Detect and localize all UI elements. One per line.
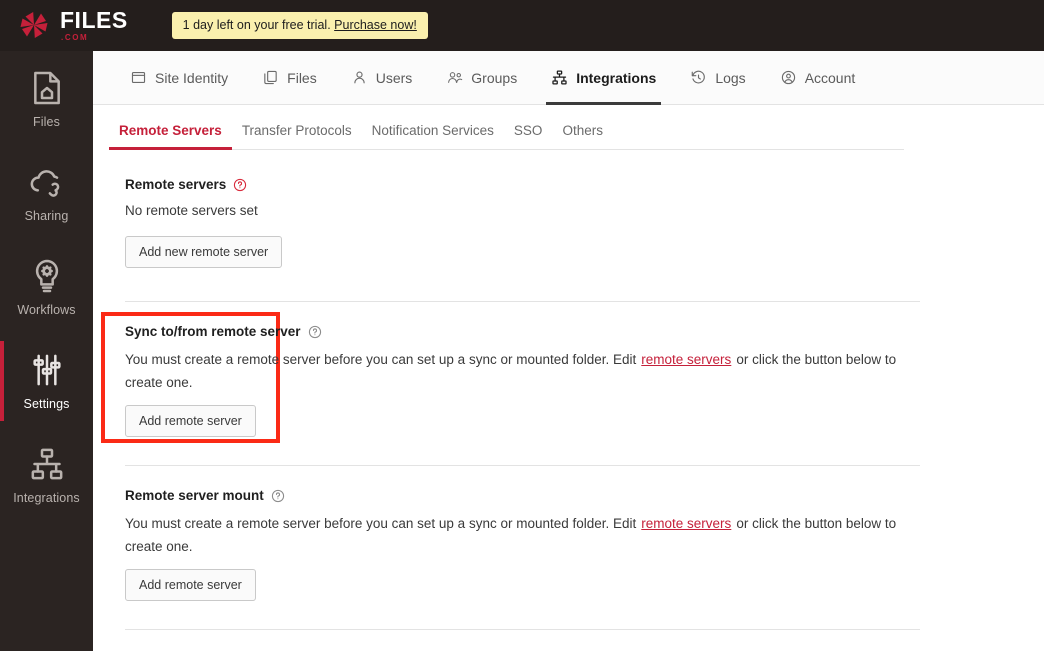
brand-name: FILES: [60, 7, 128, 33]
tab-logs[interactable]: Logs: [673, 51, 762, 105]
subtab-label: SSO: [513, 123, 543, 138]
section-header: Remote server mount: [125, 488, 920, 503]
settings-tab-bar: Site Identity Files Users Groups Integra…: [93, 51, 1044, 105]
users-group-icon: [448, 72, 463, 83]
section-title: Sync to/from remote server: [125, 324, 301, 339]
file-home-icon: [33, 71, 60, 104]
help-circle-icon[interactable]: [308, 325, 322, 339]
tab-integrations[interactable]: Integrations: [534, 51, 673, 105]
sidebar-item-label: Settings: [23, 396, 70, 411]
section-title: Remote server mount: [125, 488, 264, 503]
sync-description: You must create a remote server before y…: [125, 348, 905, 394]
copy-files-icon: [264, 70, 277, 85]
trial-banner: 1 day left on your free trial. Purchase …: [171, 12, 428, 39]
main-content: Site Identity Files Users Groups Integra…: [93, 51, 1044, 651]
sidebar-item-label: Workflows: [17, 302, 76, 317]
tab-account[interactable]: Account: [763, 51, 873, 105]
history-clock-icon: [692, 70, 706, 84]
sidebar-item-settings[interactable]: Settings: [0, 333, 93, 427]
trial-banner-text: 1 day left on your free trial.: [182, 18, 331, 32]
sidebar-item-label: Integrations: [13, 490, 80, 505]
sync-text-before-link: You must create a remote server before y…: [125, 352, 637, 367]
subtab-notification-services[interactable]: Notification Services: [362, 123, 504, 149]
section-title: Remote servers: [125, 177, 227, 192]
subtab-label: Transfer Protocols: [241, 123, 352, 138]
sidebar-item-sharing[interactable]: Sharing: [0, 145, 93, 239]
integrations-panel: Remote servers No remote servers set Add…: [93, 177, 1044, 630]
add-new-remote-server-button[interactable]: Add new remote server: [125, 236, 283, 268]
section-header: Sync to/from remote server: [125, 324, 920, 339]
purchase-now-link[interactable]: Purchase now!: [334, 18, 417, 32]
mount-description: You must create a remote server before y…: [125, 512, 905, 558]
sidebar-item-integrations[interactable]: Integrations: [0, 427, 93, 521]
sidebar-item-label: Files: [33, 114, 60, 129]
help-circle-icon[interactable]: [271, 489, 285, 503]
brand-suffix: .COM: [61, 33, 89, 42]
add-remote-server-button-mount[interactable]: Add remote server: [125, 569, 256, 601]
subtab-label: Remote Servers: [119, 123, 222, 138]
subtab-label: Others: [562, 123, 603, 138]
tab-site-identity[interactable]: Site Identity: [113, 51, 245, 105]
section-header: Remote servers: [125, 177, 920, 192]
section-sync-remote-server: Sync to/from remote server You must crea…: [125, 324, 920, 437]
subtab-label: Notification Services: [371, 123, 494, 138]
section-divider: [125, 465, 920, 466]
tab-files[interactable]: Files: [245, 51, 334, 105]
account-circle-icon: [781, 70, 795, 85]
tab-label: Integrations: [576, 69, 657, 86]
subtab-transfer-protocols[interactable]: Transfer Protocols: [232, 123, 362, 149]
sidebar: Files Sharing Workflows Settings Integra…: [0, 51, 93, 651]
app-root: FILES .COM 1 day left on your free trial…: [0, 0, 1044, 651]
cloud-link-icon: [30, 169, 59, 197]
integrations-subtab-bar: Remote Servers Transfer Protocols Notifi…: [109, 105, 904, 150]
tab-label: Users: [375, 69, 413, 86]
tab-label: Account: [804, 69, 856, 86]
tab-label: Files: [287, 69, 317, 86]
window-icon: [131, 71, 146, 84]
pinwheel-logo-icon: [20, 11, 48, 38]
help-circle-icon[interactable]: [233, 178, 247, 192]
sliders-icon: [32, 354, 61, 385]
org-chart-icon: [552, 70, 567, 85]
sidebar-item-workflows[interactable]: Workflows: [0, 239, 93, 333]
remote-servers-link[interactable]: remote servers: [641, 516, 731, 531]
mount-text-before-link: You must create a remote server before y…: [125, 516, 637, 531]
section-remote-server-mount: Remote server mount You must create a re…: [125, 488, 920, 601]
section-divider: [125, 301, 920, 302]
section-remote-servers: Remote servers No remote servers set Add…: [125, 177, 920, 268]
tab-label: Groups: [471, 69, 518, 86]
lightbulb-gear-icon: [35, 259, 58, 292]
tab-groups[interactable]: Groups: [429, 51, 534, 105]
add-remote-server-button-sync[interactable]: Add remote server: [125, 405, 256, 437]
remote-servers-empty-text: No remote servers set: [125, 203, 258, 218]
org-chart-icon: [31, 448, 62, 479]
user-icon: [354, 71, 365, 84]
top-bar: FILES .COM 1 day left on your free trial…: [0, 0, 1044, 51]
remote-servers-link[interactable]: remote servers: [641, 352, 731, 367]
subtab-sso[interactable]: SSO: [504, 123, 553, 149]
tab-label: Logs: [715, 69, 746, 86]
sidebar-item-label: Sharing: [24, 208, 69, 223]
subtab-others[interactable]: Others: [552, 123, 613, 149]
section-divider: [125, 629, 920, 630]
brand-logo[interactable]: FILES .COM: [18, 9, 128, 42]
tab-label: Site Identity: [155, 69, 229, 86]
tab-users[interactable]: Users: [334, 51, 430, 105]
sidebar-item-files[interactable]: Files: [0, 51, 93, 145]
subtab-remote-servers[interactable]: Remote Servers: [109, 123, 232, 150]
